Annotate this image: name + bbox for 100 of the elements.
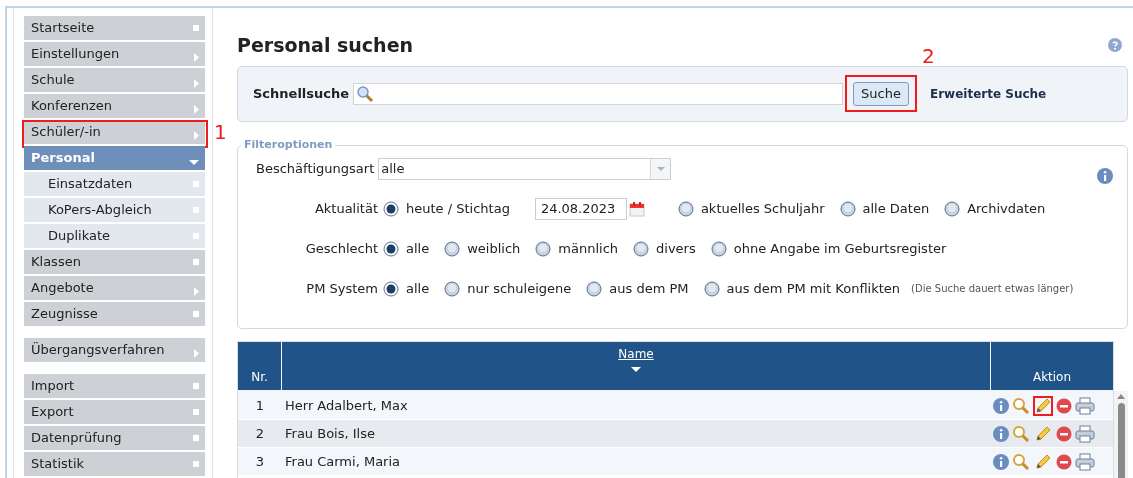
square-icon [193,409,199,415]
sort-arrow-icon[interactable] [631,367,641,372]
search-icon[interactable] [1012,452,1030,471]
radio-button[interactable] [586,280,603,297]
dropdown-arrow-icon[interactable] [656,166,665,171]
sidebar-item[interactable]: Klassen [24,250,205,274]
delete-icon[interactable] [1056,425,1072,442]
filter-label: Aktualität [313,199,378,218]
filter-label: PM System [305,279,378,298]
square-icon [193,259,199,265]
filter-label: Beschäftigungsart [256,159,375,178]
scroll-up-icon[interactable] [1117,394,1125,399]
radio-button[interactable] [383,280,399,297]
highlight-frame [1033,395,1053,416]
info-icon[interactable] [1097,167,1113,184]
table-cell-text: Frau Carmi, Maria [284,452,402,471]
radio-button[interactable] [677,200,694,217]
sidebar-item[interactable]: Export [24,400,205,424]
radio-label: alle Daten [862,199,930,218]
radio-button[interactable] [944,200,961,217]
calendar-icon[interactable] [628,200,645,217]
delete-icon[interactable] [1056,453,1072,470]
print-icon[interactable] [1075,396,1095,415]
delete-icon[interactable] [1056,397,1072,414]
page-title: Personal suchen [237,32,414,58]
radio-button[interactable] [444,240,461,257]
submenu-item[interactable]: KoPers-Abgleich [24,198,205,222]
radio-label: aktuelles Schuljahr [700,199,825,218]
print-icon[interactable] [1075,424,1095,443]
square-icon [193,25,199,31]
radio-button[interactable] [535,240,552,257]
square-icon [193,461,199,467]
radio-label: nur schuleigene [467,279,572,298]
info-icon[interactable] [993,453,1009,470]
radio-button[interactable] [383,200,399,217]
search-icon[interactable] [1012,424,1030,443]
arrow-right-icon [194,130,199,140]
table-cell-text: 1 [254,396,266,415]
sidebar-item[interactable]: Statistik [24,452,205,476]
column-header: Nr. [238,342,282,390]
date-field[interactable]: 24.08.2023 [534,197,627,220]
radio-label: heute / Stichtag [406,199,510,218]
info-icon[interactable] [993,397,1009,414]
callout-number: 2 [922,46,935,66]
table-cell-text: Frau Bois, Ilse [284,424,376,443]
radio-label: divers [656,239,696,258]
search-icon [356,85,375,103]
sidebar-item[interactable]: Angebote [24,276,205,300]
advanced-search-link[interactable]: Erweiterte Suche [929,85,1047,103]
print-icon[interactable] [1075,452,1095,471]
radio-label: Archivdaten [967,199,1046,218]
hint-text: (Die Suche dauert etwas länger) [911,282,1074,296]
radio-button[interactable] [839,200,856,217]
radio-label: ohne Angabe im Geburtsregister [733,239,947,258]
callout-number: 1 [214,122,227,142]
table-cell-text: Herr Adalbert, Max [284,396,409,415]
radio-label: männlich [558,239,619,258]
submenu-item[interactable]: Einsatzdaten [24,172,205,196]
search-icon[interactable] [1012,396,1030,415]
table-cell-text: 3 [254,452,266,471]
column-header: Aktion [1031,369,1073,386]
arrow-right-icon [194,348,199,358]
square-icon [193,207,199,213]
pencil-icon[interactable] [1034,425,1052,442]
sidebar-item[interactable]: Übergangsverfahren [24,338,205,362]
table-cell-text: 2 [254,424,266,443]
column-header[interactable]: Name [282,342,991,390]
arrow-right-icon [194,78,199,88]
arrow-right-icon [194,104,199,114]
radio-label: weiblich [467,239,521,258]
search-label: Schnellsuche [253,85,350,104]
submenu-item[interactable]: Duplikate [24,224,205,248]
sidebar-item[interactable]: Import [24,374,205,398]
help-icon[interactable] [1108,38,1122,52]
sidebar-item[interactable]: Zeugnisse [24,302,205,326]
arrow-down-icon [189,159,199,165]
sidebar-item[interactable]: Schule [24,68,205,92]
square-icon [193,181,199,187]
pencil-icon[interactable] [1034,397,1052,414]
search-button[interactable]: Suche [853,82,909,106]
radio-label: alle [406,279,430,298]
arrow-right-icon [194,52,199,62]
sidebar-item[interactable]: Konferenzen [24,94,205,118]
select-field[interactable]: alle [378,157,672,180]
square-icon [193,233,199,239]
sidebar-item[interactable]: Einstellungen [24,42,205,66]
arrow-right-icon [194,286,199,296]
sidebar-item[interactable]: Startseite [24,16,205,40]
search-field[interactable] [353,83,844,105]
radio-button[interactable] [444,280,461,297]
info-icon[interactable] [993,425,1009,442]
radio-button[interactable] [710,240,727,257]
scrollbar[interactable] [1114,391,1128,478]
sidebar-item[interactable]: Datenprüfung [24,426,205,450]
radio-button[interactable] [383,240,399,257]
sort-link[interactable]: Name [618,345,654,363]
filter-legend: Filteroptionen [241,137,336,154]
pencil-icon[interactable] [1034,453,1052,470]
radio-button[interactable] [633,240,650,257]
radio-button[interactable] [703,280,720,297]
